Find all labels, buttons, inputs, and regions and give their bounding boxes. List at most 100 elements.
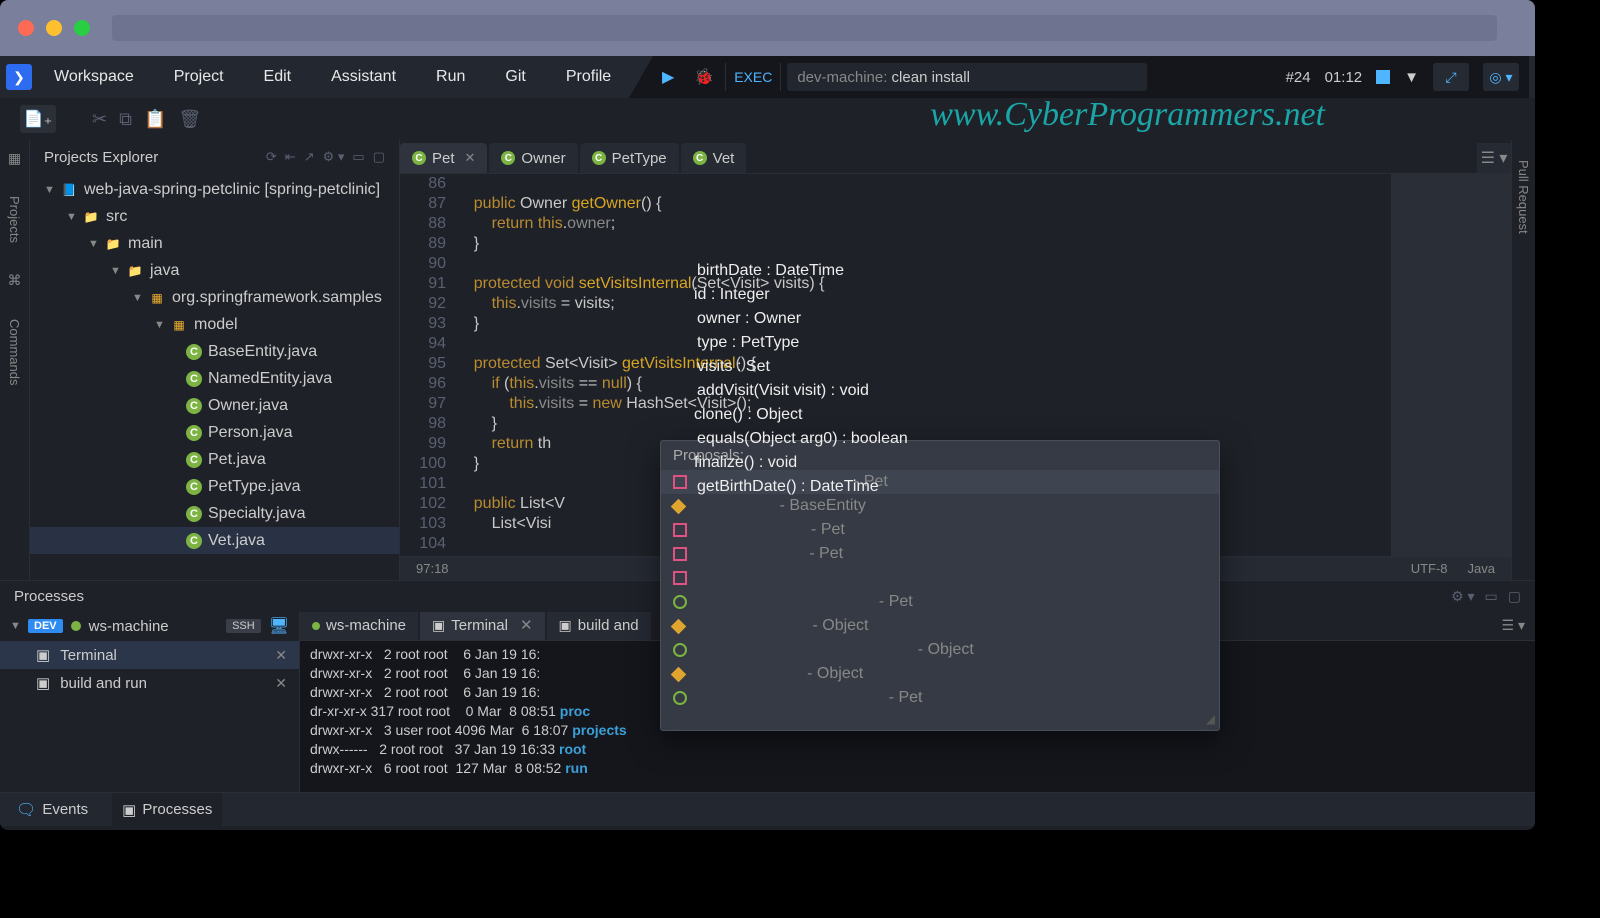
menu-workspace[interactable]: Workspace bbox=[36, 68, 152, 86]
tree-file[interactable]: CPerson.java bbox=[30, 419, 399, 446]
editor-tab[interactable]: CPetType bbox=[580, 143, 679, 173]
collapse-icon[interactable]: ⇤ bbox=[285, 149, 296, 165]
menu-edit[interactable]: Edit bbox=[246, 68, 310, 86]
class-icon: C bbox=[186, 425, 202, 441]
proposals-popup[interactable]: Proposals: birthDate : DateTime - Petid … bbox=[660, 440, 1220, 731]
proposal-icon bbox=[673, 475, 687, 489]
tree-file[interactable]: CSpecialty.java bbox=[30, 500, 399, 527]
window-close[interactable] bbox=[18, 20, 34, 36]
copy-icon[interactable]: ⧉ bbox=[119, 109, 132, 130]
editor-tabs: CPet✕COwnerCPetTypeCVet ☰ ▾ bbox=[400, 140, 1511, 174]
ssh-icon[interactable]: 🖥 bbox=[269, 616, 289, 636]
processes-tree: ▼ DEV ws-machine SSH 🖥 ▣Terminal✕▣build … bbox=[0, 611, 300, 792]
close-icon[interactable]: ✕ bbox=[275, 675, 299, 692]
debug-button[interactable]: 🐞 bbox=[689, 62, 719, 92]
proposal-item[interactable]: getBirthDate() : DateTime - Pet bbox=[661, 686, 1219, 710]
proposal-icon bbox=[673, 691, 687, 705]
status-dot bbox=[71, 621, 81, 631]
stop-button[interactable] bbox=[1376, 70, 1390, 84]
maximize-icon[interactable]: ▢ bbox=[373, 149, 385, 165]
new-button[interactable]: 📄₊ bbox=[20, 105, 56, 133]
tree-src[interactable]: ▼📁src bbox=[30, 203, 399, 230]
menu-git[interactable]: Git bbox=[487, 68, 543, 86]
window-minimize[interactable] bbox=[46, 20, 62, 36]
refresh-icon[interactable]: ⟳ bbox=[266, 149, 277, 165]
minimap[interactable] bbox=[1391, 174, 1511, 556]
command-field[interactable]: dev-machine: clean install bbox=[787, 63, 1147, 91]
folder-icon: 📁 bbox=[82, 208, 100, 226]
tree-file[interactable]: CVet.java bbox=[30, 527, 399, 554]
minimize-icon[interactable]: ▭ bbox=[352, 149, 364, 165]
run-dropdown[interactable]: ▼ bbox=[1404, 69, 1419, 86]
tree-main[interactable]: ▼📁main bbox=[30, 230, 399, 257]
command-prefix: dev-machine: bbox=[797, 69, 887, 86]
class-icon: C bbox=[186, 452, 202, 468]
class-icon: C bbox=[186, 533, 202, 549]
project-icon: 📘 bbox=[60, 181, 78, 199]
split-button[interactable]: ⤢ bbox=[1433, 63, 1469, 91]
commands-icon: ⌘ bbox=[7, 273, 23, 289]
tree-project-root[interactable]: ▼📘web-java-spring-petclinic [spring-petc… bbox=[30, 176, 399, 203]
menubar: ❯ Workspace Project Edit Assistant Run G… bbox=[0, 56, 1535, 98]
close-icon[interactable]: ✕ bbox=[465, 150, 476, 166]
tree-model[interactable]: ▼▦model bbox=[30, 311, 399, 338]
panel-gear-icon[interactable]: ⚙ ▾ bbox=[1451, 588, 1474, 605]
run-time: 01:12 bbox=[1325, 69, 1363, 86]
tree-java[interactable]: ▼📁java bbox=[30, 257, 399, 284]
gear-icon[interactable]: ⚙ ▾ bbox=[323, 149, 345, 165]
run-play-button[interactable]: ▶ bbox=[653, 62, 683, 92]
menu-assistant[interactable]: Assistant bbox=[313, 68, 414, 86]
close-icon[interactable]: ✕ bbox=[275, 647, 299, 664]
tree-file[interactable]: CPetType.java bbox=[30, 473, 399, 500]
tree-file[interactable]: CBaseEntity.java bbox=[30, 338, 399, 365]
proposal-icon bbox=[671, 666, 687, 682]
proposal-icon bbox=[673, 523, 687, 537]
tree-file[interactable]: CPet.java bbox=[30, 446, 399, 473]
app-launcher-button[interactable]: ❯ bbox=[6, 64, 32, 90]
term-tab-terminal[interactable]: ▣Terminal✕ bbox=[420, 612, 545, 640]
machine-row[interactable]: ▼ DEV ws-machine SSH 🖥 bbox=[0, 611, 299, 641]
class-icon: C bbox=[186, 506, 202, 522]
term-list-button[interactable]: ☰ ▾ bbox=[1492, 616, 1535, 635]
editor-tab[interactable]: COwner bbox=[489, 143, 577, 173]
target-button[interactable]: ◎ ▾ bbox=[1483, 63, 1519, 91]
term-tab-build[interactable]: ▣build and bbox=[547, 612, 651, 640]
ssh-badge[interactable]: SSH bbox=[226, 619, 261, 633]
term-tab-ws[interactable]: ws-machine bbox=[300, 612, 418, 640]
bottom-processes[interactable]: ▣Processes bbox=[112, 793, 222, 827]
paste-icon[interactable]: 📋 bbox=[144, 109, 166, 130]
process-item[interactable]: ▣build and run✕ bbox=[0, 669, 299, 697]
title-bar bbox=[0, 0, 1535, 56]
panel-minimize-icon[interactable]: ▭ bbox=[1485, 588, 1498, 605]
panel-maximize-icon[interactable]: ▢ bbox=[1508, 588, 1521, 605]
window-zoom[interactable] bbox=[74, 20, 90, 36]
cursor-pos: 97:18 bbox=[416, 561, 449, 576]
class-icon: C bbox=[186, 344, 202, 360]
explorer-title: Projects Explorer bbox=[44, 149, 158, 166]
menu-profile[interactable]: Profile bbox=[548, 68, 629, 86]
package-icon: ▦ bbox=[170, 316, 188, 334]
bottom-events[interactable]: 🗨Events bbox=[16, 800, 88, 820]
right-gutter: Pull Request bbox=[1511, 140, 1535, 580]
menu-project[interactable]: Project bbox=[156, 68, 242, 86]
left-tab-commands[interactable]: Commands bbox=[7, 319, 22, 385]
proposal-icon bbox=[673, 571, 687, 585]
delete-icon[interactable]: 🗑 bbox=[178, 109, 201, 130]
language-label[interactable]: Java bbox=[1468, 561, 1495, 576]
class-icon: C bbox=[501, 151, 515, 165]
proposal-icon bbox=[671, 618, 687, 634]
left-tab-projects[interactable]: Projects bbox=[7, 196, 22, 243]
tab-list-button[interactable]: ☰ ▾ bbox=[1477, 143, 1511, 173]
link-icon[interactable]: ↗ bbox=[304, 149, 315, 165]
menu-run[interactable]: Run bbox=[418, 68, 483, 86]
editor-tab[interactable]: CVet bbox=[681, 143, 747, 173]
tree-file[interactable]: CNamedEntity.java bbox=[30, 365, 399, 392]
tree-file[interactable]: COwner.java bbox=[30, 392, 399, 419]
tree-package[interactable]: ▼▦org.springframework.samples bbox=[30, 284, 399, 311]
watermark-text: www.CyberProgrammers.net bbox=[930, 96, 1325, 134]
encoding-label[interactable]: UTF-8 bbox=[1411, 561, 1448, 576]
cut-icon[interactable]: ✂ bbox=[92, 109, 107, 130]
process-item[interactable]: ▣Terminal✕ bbox=[0, 641, 299, 669]
editor-tab[interactable]: CPet✕ bbox=[400, 143, 487, 173]
right-tab-pull-request[interactable]: Pull Request bbox=[1516, 160, 1531, 234]
